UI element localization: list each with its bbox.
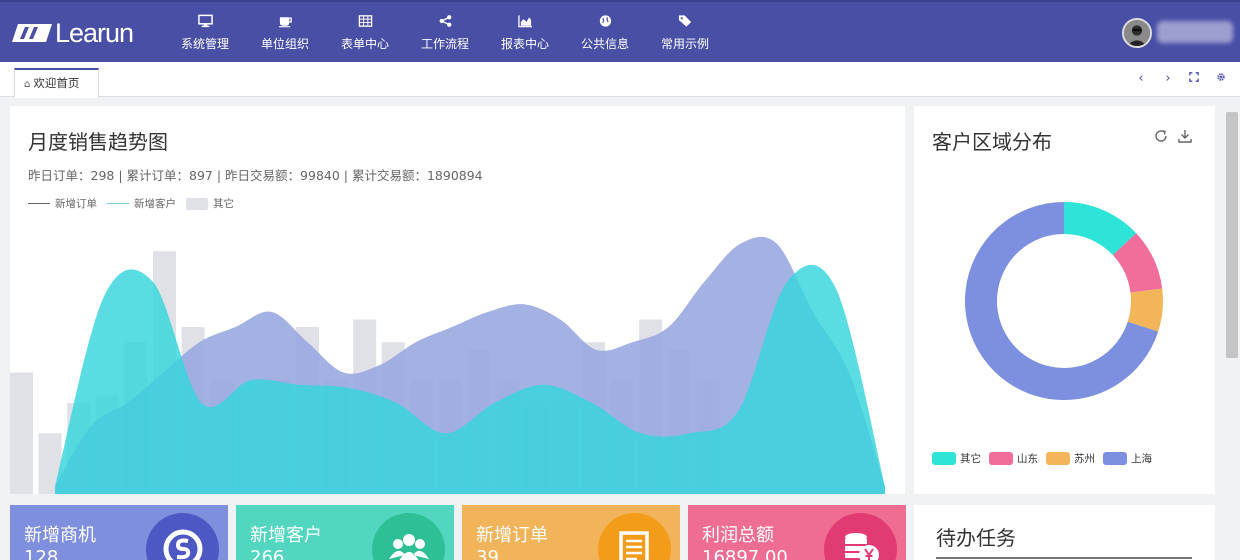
legend-item-other[interactable]: 其它 — [186, 196, 234, 211]
legend-item-customers[interactable]: 新增客户 — [107, 196, 176, 211]
nav-examples[interactable]: 常用示例 — [645, 10, 725, 58]
tab-scroll-left-icon[interactable]: ‹ — [1133, 71, 1149, 87]
download-icon[interactable] — [1177, 128, 1193, 144]
sales-stats-summary: 昨日订单：298 | 累计订单：897 | 昨日交易额：99840 | 累计交易… — [28, 168, 483, 183]
nav-organization[interactable]: 单位组织 — [245, 10, 325, 58]
nav-label: 表单中心 — [340, 37, 389, 51]
monitor-icon — [165, 13, 245, 33]
card-value: 39 — [476, 547, 499, 560]
users-icon — [389, 534, 429, 560]
region-legend-item[interactable]: 苏州 — [1046, 451, 1095, 466]
legend-swatch — [1103, 452, 1127, 465]
todo-title: 待办任务 — [936, 526, 1016, 550]
donut-slice-1[interactable] — [1112, 233, 1163, 294]
sales-chart-legend: 新增订单 新增客户 其它 — [28, 196, 244, 211]
top-navigation-bar: Learun 系统管理 单位组织 表单中心 工作流程 报表中心 公共信息 常用示… — [0, 0, 1240, 62]
area-chart-icon — [485, 13, 565, 33]
region-legend-item[interactable]: 山东 — [989, 451, 1038, 466]
card-icon-circle — [824, 513, 897, 560]
legend-label: 其它 — [213, 198, 234, 210]
scrollbar-thumb[interactable] — [1226, 112, 1238, 358]
card-value: 266 — [250, 547, 285, 560]
sales-chart-title: 月度销售趋势图 — [28, 130, 168, 154]
nav-label: 报表中心 — [500, 37, 549, 51]
share-icon — [405, 13, 485, 33]
logo[interactable]: Learun — [12, 18, 134, 48]
logo-mark-icon — [12, 24, 52, 42]
card-title: 利润总额 — [702, 525, 774, 546]
tab-scroll-right-icon[interactable]: › — [1160, 71, 1176, 87]
nav-label: 系统管理 — [180, 37, 229, 51]
legend-item-orders[interactable]: 新增订单 — [28, 196, 97, 211]
region-legend-label: 其它 — [960, 453, 981, 465]
legend-swatch — [989, 452, 1013, 465]
todo-tasks-panel: 待办任务 — [914, 505, 1215, 560]
region-donut-chart — [965, 202, 1163, 400]
legend-label: 新增客户 — [134, 198, 176, 210]
region-legend-label: 上海 — [1131, 453, 1152, 465]
user-name-blurred[interactable] — [1157, 21, 1233, 43]
sales-trend-chart — [10, 236, 885, 494]
nav-form-center[interactable]: 表单中心 — [325, 10, 405, 58]
card-total-profit[interactable]: 利润总额 16897.00 — [688, 505, 906, 560]
tab-home-label: 欢迎首页 — [33, 76, 80, 90]
card-icon-circle — [146, 513, 219, 560]
tab-home[interactable]: ⌂ 欢迎首页 — [14, 68, 99, 98]
nav-public-info[interactable]: 公共信息 — [565, 10, 645, 58]
card-title: 新增商机 — [24, 525, 96, 546]
nav-label: 常用示例 — [660, 37, 709, 51]
card-icon-circle — [372, 513, 445, 560]
region-legend-item[interactable]: 上海 — [1103, 451, 1152, 466]
card-value: 16897.00 — [702, 547, 788, 560]
todo-underline — [936, 557, 1192, 559]
settings-gear-icon[interactable] — [1213, 71, 1229, 87]
donut-slice-2[interactable] — [1127, 288, 1163, 332]
fullscreen-icon[interactable] — [1186, 71, 1202, 87]
region-legend-label: 苏州 — [1074, 453, 1095, 465]
donut-slice-0[interactable] — [1063, 202, 1137, 256]
region-legend-label: 山东 — [1017, 453, 1038, 465]
card-new-orders[interactable]: 新增订单 39 — [462, 505, 680, 560]
user-photo-icon — [1124, 20, 1150, 46]
tab-bar: ⌂ 欢迎首页 ‹ › — [0, 62, 1240, 98]
customer-region-panel: 客户区域分布 其它 山东 苏州 上海 — [914, 106, 1215, 494]
refresh-icon[interactable] — [1153, 128, 1169, 144]
legend-label: 新增订单 — [55, 198, 97, 210]
nav-label: 公共信息 — [580, 37, 629, 51]
nav-label: 单位组织 — [260, 37, 309, 51]
dollar-icon — [163, 529, 203, 560]
coffee-icon — [245, 13, 325, 33]
nav-label: 工作流程 — [420, 37, 469, 51]
card-title: 新增客户 — [250, 525, 322, 546]
brand-name: Learun — [55, 18, 134, 48]
bar-other — [10, 372, 33, 494]
region-legend: 其它 山东 苏州 上海 — [932, 451, 1160, 466]
nav-report-center[interactable]: 报表中心 — [485, 10, 565, 58]
card-title: 新增订单 — [476, 525, 548, 546]
document-icon — [619, 531, 649, 560]
card-value: 128 — [24, 547, 59, 560]
globe-icon — [565, 13, 645, 33]
home-icon: ⌂ — [24, 79, 31, 90]
region-chart-title: 客户区域分布 — [932, 130, 1052, 154]
nav-system-management[interactable]: 系统管理 — [165, 10, 245, 58]
nav-workflow[interactable]: 工作流程 — [405, 10, 485, 58]
card-new-opportunities[interactable]: 新增商机 128 — [10, 505, 228, 560]
card-icon-circle — [598, 513, 671, 560]
user-avatar[interactable] — [1122, 18, 1152, 48]
tags-icon — [645, 13, 725, 33]
card-new-customers[interactable]: 新增客户 266 — [236, 505, 454, 560]
coins-icon — [845, 533, 879, 560]
region-legend-item[interactable]: 其它 — [932, 451, 981, 466]
monthly-sales-panel: 月度销售趋势图 昨日订单：298 | 累计订单：897 | 昨日交易额：9984… — [10, 106, 905, 494]
table-icon — [325, 13, 405, 33]
legend-swatch — [1046, 452, 1070, 465]
legend-swatch — [932, 452, 956, 465]
